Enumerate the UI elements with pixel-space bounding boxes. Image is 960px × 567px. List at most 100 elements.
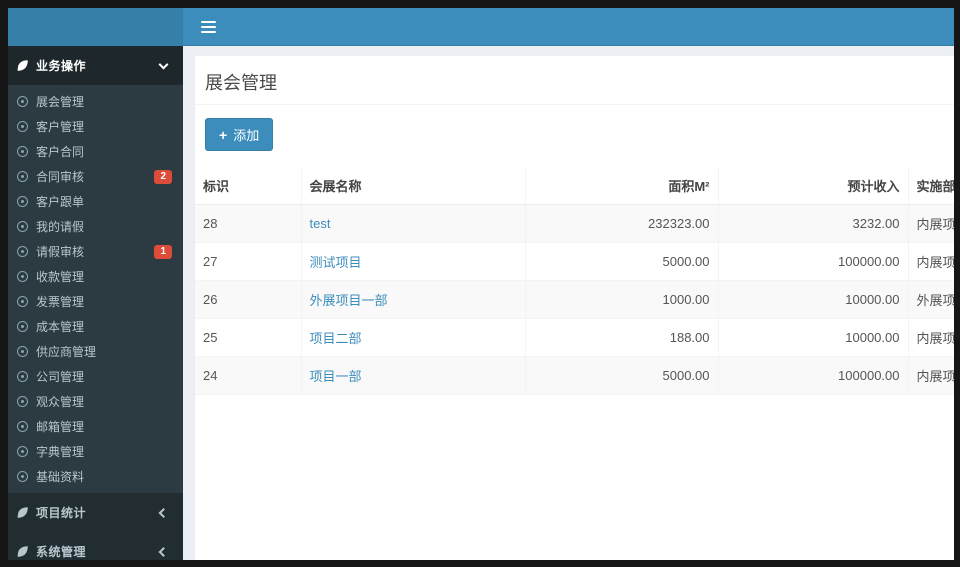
sidebar-item-label: 发票管理 [36, 295, 85, 309]
sidebar-item-label: 客户管理 [36, 120, 85, 134]
cell-dept: 外展项目 [908, 280, 954, 319]
cell-income: 3232.00 [718, 204, 909, 243]
logo-area [8, 8, 183, 46]
column-header-id: 标识 [195, 167, 302, 205]
sidebar-item-label: 邮箱管理 [36, 420, 85, 434]
sidebar-section-project-stats[interactable]: 项目统计 [8, 493, 183, 532]
cell-area: 5000.00 [525, 242, 719, 281]
exhibition-link[interactable]: 项目一部 [310, 369, 362, 384]
sidebar-item-label: 客户跟单 [36, 195, 85, 209]
sidebar-item-exhibition-mgmt[interactable]: 展会管理 [8, 89, 183, 114]
sidebar-item-customer-contract[interactable]: 客户合同 [8, 139, 183, 164]
cell-dept: 内展项目 [908, 318, 954, 357]
chevron-left-icon [158, 546, 169, 557]
sidebar-item-customer-followup[interactable]: 客户跟单 [8, 189, 183, 214]
dot-circle-icon [17, 421, 28, 432]
sidebar-item-cost-mgmt[interactable]: 成本管理 [8, 314, 183, 339]
sidebar-item-payment-mgmt[interactable]: 收款管理 [8, 264, 183, 289]
sidebar-item-contract-review[interactable]: 合同审核 2 [8, 164, 183, 189]
sidebar-section-business[interactable]: 业务操作 [8, 46, 183, 85]
sidebar-item-my-leave[interactable]: 我的请假 [8, 214, 183, 239]
exhibition-link[interactable]: test [310, 216, 331, 231]
sidebar-item-label: 观众管理 [36, 395, 85, 409]
sidebar-item-label: 展会管理 [36, 95, 85, 109]
cell-income: 10000.00 [718, 318, 909, 357]
sidebar-section-label: 项目统计 [36, 506, 87, 520]
top-navbar [8, 8, 954, 46]
leaf-icon [16, 506, 29, 519]
sidebar-item-audience-mgmt[interactable]: 观众管理 [8, 389, 183, 414]
sidebar-item-leave-review[interactable]: 请假审核 1 [8, 239, 183, 264]
navbar-main [183, 8, 954, 46]
sidebar-item-label: 字典管理 [36, 445, 85, 459]
sidebar-item-label: 收款管理 [36, 270, 85, 284]
chevron-down-icon [158, 59, 169, 70]
cell-name: 项目二部 [301, 318, 526, 357]
dot-circle-icon [17, 271, 28, 282]
sidebar-item-label: 公司管理 [36, 370, 85, 384]
dot-circle-icon [17, 221, 28, 232]
cell-dept: 内展项目 [908, 242, 954, 281]
sidebar: 业务操作 展会管理 客户管理 客户合同 合同审核 2 客户跟单 我的请假 请假审核… [8, 46, 183, 560]
plus-icon: + [219, 126, 228, 143]
cell-area: 188.00 [525, 318, 719, 357]
dot-circle-icon [17, 371, 28, 382]
exhibition-table: 标识 会展名称 面积M² 预计收入 实施部门 28 test 2 [195, 167, 954, 395]
sidebar-item-label: 请假审核 [36, 245, 85, 259]
dot-circle-icon [17, 321, 28, 332]
sidebar-item-company-mgmt[interactable]: 公司管理 [8, 364, 183, 389]
dot-circle-icon [17, 96, 28, 107]
sidebar-item-customer-mgmt[interactable]: 客户管理 [8, 114, 183, 139]
box-toolbar: + 添加 [195, 105, 954, 167]
table-row: 26 外展项目一部 1000.00 10000.00 外展项目 [195, 280, 954, 319]
cell-income: 100000.00 [718, 356, 909, 395]
cell-dept: 内展项目 [908, 356, 954, 395]
cell-area: 5000.00 [525, 356, 719, 395]
exhibition-link[interactable]: 外展项目一部 [310, 293, 388, 308]
cell-name: 外展项目一部 [301, 280, 526, 319]
exhibition-link[interactable]: 测试项目 [310, 255, 362, 270]
cell-id: 25 [195, 318, 302, 357]
add-button-label: 添加 [233, 128, 260, 143]
sidebar-submenu-business: 展会管理 客户管理 客户合同 合同审核 2 客户跟单 我的请假 请假审核 1 收款管… [8, 85, 183, 493]
sidebar-item-label: 合同审核 [36, 170, 85, 184]
status-badge: 1 [154, 244, 172, 259]
sidebar-item-invoice-mgmt[interactable]: 发票管理 [8, 289, 183, 314]
table-row: 28 test 232323.00 3232.00 内展项目 [195, 204, 954, 243]
table-row: 27 测试项目 5000.00 100000.00 内展项目 [195, 242, 954, 281]
screen-frame: 业务操作 展会管理 客户管理 客户合同 合同审核 2 客户跟单 我的请假 请假审核… [0, 0, 960, 567]
dot-circle-icon [17, 196, 28, 207]
exhibition-box: 展会管理 + 添加 标识 会展名称 面积M² 预计收入 实施 28 test 2… [195, 56, 954, 560]
sidebar-item-supplier-mgmt[interactable]: 供应商管理 [8, 339, 183, 364]
dot-circle-icon [17, 296, 28, 307]
column-header-dept: 实施部门 [908, 167, 954, 205]
cell-name: 测试项目 [301, 242, 526, 281]
exhibition-link[interactable]: 项目二部 [310, 331, 362, 346]
page-title: 展会管理 [205, 73, 277, 93]
cell-area: 232323.00 [525, 204, 719, 243]
sidebar-item-label: 客户合同 [36, 145, 85, 159]
leaf-icon [16, 545, 29, 558]
sidebar-item-mailbox-mgmt[interactable]: 邮箱管理 [8, 414, 183, 439]
dot-circle-icon [17, 171, 28, 182]
dot-circle-icon [17, 471, 28, 482]
chevron-left-icon [158, 507, 169, 518]
cell-id: 26 [195, 280, 302, 319]
dot-circle-icon [17, 446, 28, 457]
dot-circle-icon [17, 146, 28, 157]
box-header: 展会管理 [195, 56, 954, 105]
cell-id: 24 [195, 356, 302, 395]
column-header-name: 会展名称 [301, 167, 526, 205]
add-button[interactable]: + 添加 [205, 118, 274, 151]
sidebar-section-label: 系统管理 [36, 545, 87, 559]
cell-id: 28 [195, 204, 302, 243]
sidebar-item-basic-data[interactable]: 基础资料 [8, 464, 183, 489]
dot-circle-icon [17, 246, 28, 257]
hamburger-icon[interactable] [193, 12, 224, 42]
cell-income: 10000.00 [718, 280, 909, 319]
table-row: 24 项目一部 5000.00 100000.00 内展项目 [195, 356, 954, 395]
table-header-row: 标识 会展名称 面积M² 预计收入 实施部门 [195, 167, 954, 205]
sidebar-item-dictionary-mgmt[interactable]: 字典管理 [8, 439, 183, 464]
sidebar-section-system-mgmt[interactable]: 系统管理 [8, 532, 183, 560]
sidebar-item-label: 成本管理 [36, 320, 85, 334]
